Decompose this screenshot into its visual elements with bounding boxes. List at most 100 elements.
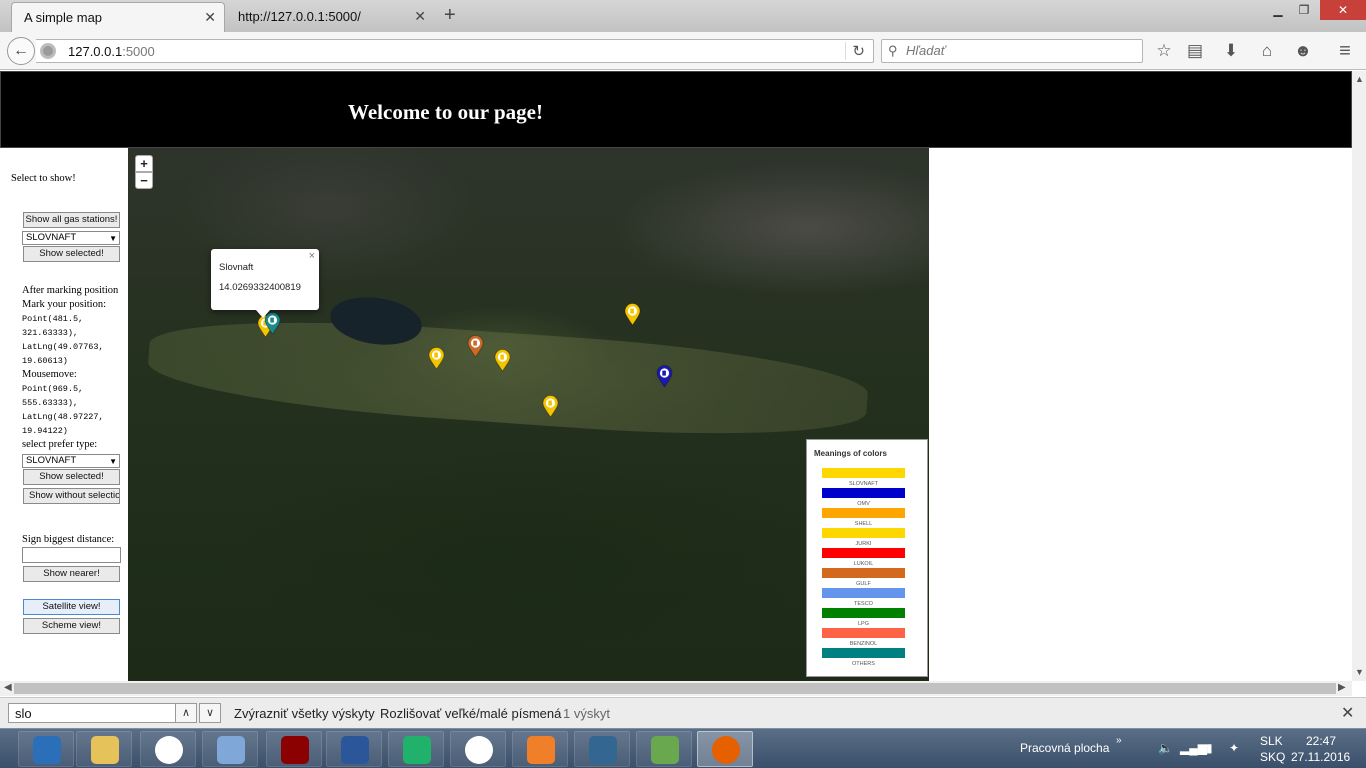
find-close-icon[interactable]: ✕ bbox=[1341, 703, 1354, 723]
horizontal-scrollbar[interactable]: ◀ ▶ bbox=[0, 681, 1352, 696]
scroll-right-icon[interactable]: ▶ bbox=[1338, 682, 1346, 693]
restore-icon[interactable]: ❐ bbox=[1290, 0, 1318, 20]
clock-date[interactable]: 27.11.2016 bbox=[1291, 750, 1350, 764]
bookmark-star-icon[interactable]: ☆ bbox=[1153, 40, 1175, 62]
navigation-bar: ← 127.0.0.1:5000 ↻ ⚲ ☆ ▤ ⬇ ⌂ ☻ ≡ bbox=[0, 32, 1366, 70]
firefox-icon bbox=[712, 736, 740, 764]
battery-icon[interactable]: ▮ bbox=[1206, 741, 1213, 755]
legend-label: LUKOIL bbox=[853, 561, 874, 567]
find-input[interactable]: slo bbox=[8, 703, 176, 723]
legend-label: GULF bbox=[856, 581, 871, 587]
show-desktop-label[interactable]: Pracovná plocha bbox=[1020, 741, 1109, 755]
marker-popup: × Slovnaft 14.0269332400819 bbox=[211, 249, 319, 318]
pycharm-taskbar-button[interactable] bbox=[388, 731, 444, 767]
smiley-icon[interactable]: ☻ bbox=[1292, 40, 1314, 62]
after-marking-label: After marking position bbox=[22, 285, 119, 296]
find-previous-icon[interactable]: ∧ bbox=[175, 703, 197, 723]
chrome-taskbar-button[interactable] bbox=[140, 731, 196, 767]
network-icon[interactable]: ▂▄▆ bbox=[1180, 741, 1207, 755]
chrome-taskbar-button[interactable] bbox=[450, 731, 506, 767]
windows-start-icon bbox=[33, 736, 61, 764]
move-point-text: Point(969.5, bbox=[22, 384, 84, 394]
legend-swatch bbox=[822, 588, 905, 598]
globe-icon[interactable] bbox=[40, 43, 56, 59]
match-case-toggle[interactable]: Rozlišovať veľké/malé písmená bbox=[380, 706, 561, 721]
scheme-view-button[interactable]: Scheme view! bbox=[23, 618, 120, 634]
vertical-scrollbar[interactable]: ▲ ▼ bbox=[1352, 71, 1366, 681]
url-bar[interactable]: 127.0.0.1:5000 ↻ bbox=[36, 39, 874, 63]
scroll-up-icon[interactable]: ▲ bbox=[1355, 74, 1364, 84]
action-center-icon[interactable]: ✦ bbox=[1229, 741, 1239, 755]
keyboard-layout-code[interactable]: SKQ bbox=[1260, 750, 1285, 764]
show-without-selection-button[interactable]: Show without selection bbox=[23, 488, 120, 504]
search-bar[interactable]: ⚲ bbox=[881, 39, 1143, 63]
notepad-taskbar-button[interactable] bbox=[636, 731, 692, 767]
file-explorer-icon bbox=[91, 736, 119, 764]
mark-latlng-text: 19.60613) bbox=[22, 356, 68, 366]
back-arrow-icon[interactable]: ← bbox=[7, 37, 35, 65]
download-icon[interactable]: ⬇ bbox=[1220, 40, 1242, 62]
windows-start-taskbar-button[interactable] bbox=[18, 731, 74, 767]
legend-label: BENZINOL bbox=[849, 641, 878, 647]
scroll-left-icon[interactable]: ◀ bbox=[4, 682, 12, 693]
volume-icon[interactable]: 🔈 bbox=[1158, 741, 1173, 755]
gas-station-marker-icon[interactable] bbox=[624, 303, 641, 326]
search-input[interactable] bbox=[906, 43, 1126, 58]
language-code[interactable]: SLK bbox=[1260, 734, 1283, 748]
pycharm-icon bbox=[403, 736, 431, 764]
tab-bar: A simple map ✕ http://127.0.0.1:5000/ ✕ … bbox=[0, 0, 1366, 32]
popup-tip bbox=[256, 310, 270, 318]
gas-station-marker-icon[interactable] bbox=[467, 335, 484, 358]
show-all-gas-stations-button[interactable]: Show all gas stations! bbox=[23, 212, 120, 228]
distance-input[interactable] bbox=[22, 547, 121, 563]
mark-point-text: Point(481.5, bbox=[22, 314, 84, 324]
station-select[interactable]: SLOVNAFT ▼ bbox=[22, 231, 120, 245]
satellite-view-button[interactable]: Satellite view! bbox=[23, 599, 120, 615]
gas-station-marker-icon[interactable] bbox=[428, 347, 445, 370]
gas-station-marker-icon[interactable] bbox=[494, 349, 511, 372]
close-tab-icon[interactable]: ✕ bbox=[414, 8, 426, 25]
postgres-taskbar-button[interactable] bbox=[574, 731, 630, 767]
mousemove-label: Mousemove: bbox=[22, 369, 77, 380]
scroll-down-icon[interactable]: ▼ bbox=[1355, 667, 1364, 677]
minimize-icon[interactable]: ▁ bbox=[1264, 0, 1292, 20]
tab-title: http://127.0.0.1:5000/ bbox=[238, 9, 361, 24]
power-app-taskbar-button[interactable] bbox=[266, 731, 322, 767]
show-selected-button-2[interactable]: Show selected! bbox=[23, 469, 120, 485]
gas-station-marker-icon[interactable] bbox=[542, 395, 559, 418]
show-selected-button[interactable]: Show selected! bbox=[23, 246, 120, 262]
tab-localhost[interactable]: http://127.0.0.1:5000/ ✕ bbox=[226, 2, 434, 32]
sign-distance-label: Sign biggest distance: bbox=[22, 534, 115, 545]
show-nearer-button[interactable]: Show nearer! bbox=[23, 566, 120, 582]
tab-a-simple-map[interactable]: A simple map ✕ bbox=[11, 2, 225, 32]
menu-icon[interactable]: ≡ bbox=[1334, 40, 1356, 62]
prefer-type-label: select prefer type: bbox=[22, 439, 98, 450]
prefer-type-select[interactable]: SLOVNAFT ▼ bbox=[22, 454, 120, 468]
zoom-out-button[interactable]: − bbox=[135, 172, 153, 189]
highlight-all-toggle[interactable]: Zvýrazniť všetky výskyty bbox=[234, 706, 375, 721]
gas-station-marker-icon[interactable] bbox=[656, 365, 673, 388]
paint-taskbar-button[interactable] bbox=[202, 731, 258, 767]
home-icon[interactable]: ⌂ bbox=[1256, 40, 1278, 62]
legend-swatch bbox=[822, 548, 905, 558]
find-next-icon[interactable]: ∨ bbox=[199, 703, 221, 723]
new-tab-icon[interactable]: + bbox=[444, 5, 456, 25]
popup-close-icon[interactable]: × bbox=[309, 250, 315, 262]
reading-list-icon[interactable]: ▤ bbox=[1184, 40, 1206, 62]
scrollbar-thumb[interactable] bbox=[14, 683, 1336, 694]
legend-swatch bbox=[822, 528, 905, 538]
window-close-icon[interactable]: ✕ bbox=[1320, 0, 1366, 20]
zoom-in-button[interactable]: + bbox=[135, 155, 153, 172]
file-explorer-taskbar-button[interactable] bbox=[76, 731, 132, 767]
reload-icon[interactable]: ↻ bbox=[845, 42, 865, 60]
tray-expand-icon[interactable]: » bbox=[1116, 735, 1122, 746]
media-player-taskbar-button[interactable] bbox=[512, 731, 568, 767]
clock-time[interactable]: 22:47 bbox=[1306, 734, 1336, 748]
firefox-taskbar-button[interactable] bbox=[697, 731, 753, 767]
valley-area bbox=[145, 307, 871, 449]
satellite-map[interactable]: + − × Slovnaft 14.0269332400819 Meanings… bbox=[128, 148, 929, 681]
legend-swatch bbox=[822, 508, 905, 518]
legend-swatch bbox=[822, 608, 905, 618]
close-tab-icon[interactable]: ✕ bbox=[204, 9, 216, 26]
word-taskbar-button[interactable] bbox=[326, 731, 382, 767]
